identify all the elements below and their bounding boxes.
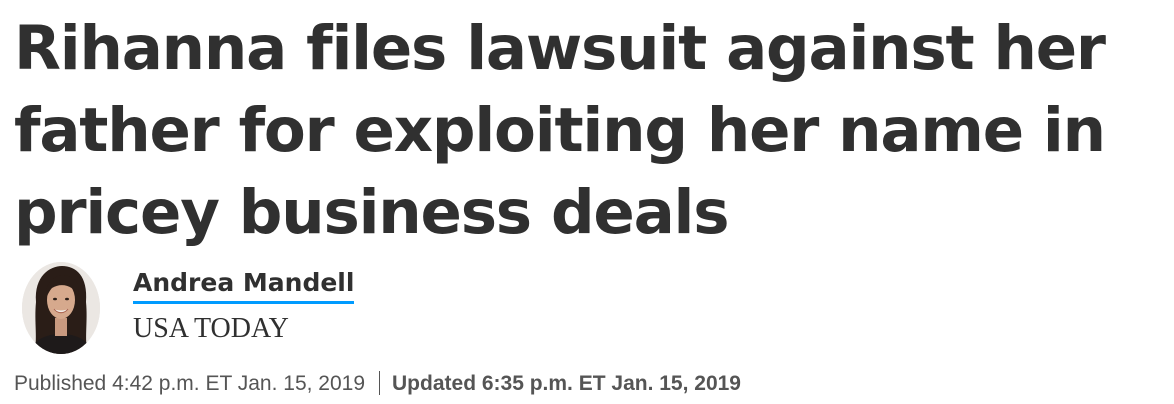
headline-line-1: Rihanna files lawsuit against her: [14, 13, 1106, 84]
author-photo: [22, 262, 100, 354]
published-timestamp: Published 4:42 p.m. ET Jan. 15, 2019: [14, 372, 366, 395]
author-name-link[interactable]: Andrea Mandell: [133, 266, 355, 304]
author-avatar[interactable]: [22, 262, 100, 354]
headline-line-2: father for exploiting her name in: [14, 95, 1106, 166]
article-headline: Rihanna files lawsuit against her father…: [14, 8, 1174, 254]
updated-timestamp: Updated 6:35 p.m. ET Jan. 15, 2019: [392, 372, 741, 395]
dateline-divider: [379, 371, 381, 395]
publication-name: USA TODAY: [133, 313, 289, 344]
article-dateline: Published 4:42 p.m. ET Jan. 15, 2019 Upda…: [14, 370, 741, 398]
headline-line-3: pricey business deals: [14, 177, 730, 248]
